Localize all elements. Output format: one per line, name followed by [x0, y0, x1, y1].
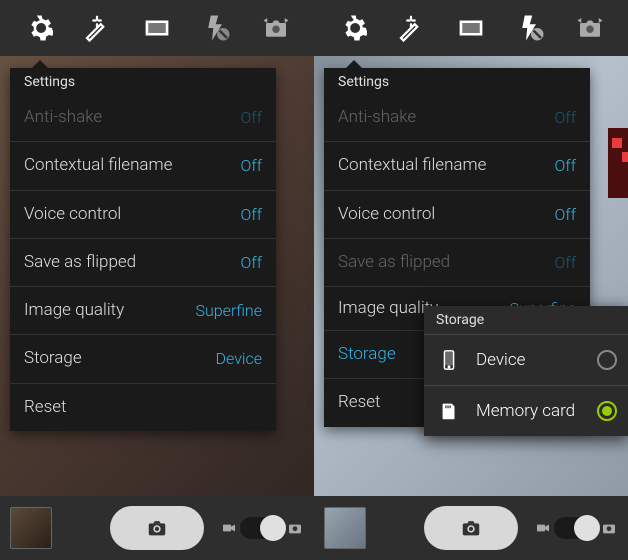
storage-option-label: Device: [476, 350, 597, 370]
switch-camera-icon[interactable]: [569, 7, 611, 49]
settings-label: Save as flipped: [338, 252, 450, 273]
settings-item-voice-control[interactable]: Voice control Off: [10, 191, 276, 239]
bottom-bar: [314, 496, 628, 560]
settings-label: Contextual filename: [338, 155, 486, 176]
settings-value: Off: [555, 156, 576, 175]
switch-camera-icon[interactable]: [255, 7, 297, 49]
flash-off-icon[interactable]: [196, 7, 238, 49]
settings-value: Off: [241, 108, 262, 127]
rectangle-icon[interactable]: [450, 7, 492, 49]
storage-popup: Storage Device Memory card: [424, 306, 628, 436]
settings-item-antishake[interactable]: Anti-shake Off: [10, 94, 276, 142]
phone-icon: [436, 347, 462, 373]
wand-icon[interactable]: [390, 7, 432, 49]
settings-label: Voice control: [24, 204, 121, 225]
settings-label: Save as flipped: [24, 252, 136, 273]
settings-item-save-flipped[interactable]: Save as flipped Off: [324, 239, 590, 287]
settings-label: Storage: [24, 348, 82, 369]
screen-right: Settings Anti-shake Off Contextual filen…: [314, 0, 628, 560]
bottom-bar: [0, 496, 314, 560]
settings-item-voice-control[interactable]: Voice control Off: [324, 191, 590, 239]
video-mode-icon: [220, 519, 238, 537]
photo-mode-icon: [600, 519, 618, 537]
settings-item-image-quality[interactable]: Image quality Superfine: [10, 287, 276, 335]
settings-label: Storage: [338, 344, 396, 365]
video-mode-icon: [534, 519, 552, 537]
settings-value: Off: [241, 205, 262, 224]
settings-value: Device: [216, 349, 262, 368]
toolbar: [0, 0, 314, 56]
settings-item-antishake[interactable]: Anti-shake Off: [324, 94, 590, 142]
settings-value: Off: [241, 253, 262, 272]
gallery-thumbnail[interactable]: [324, 507, 366, 549]
settings-item-contextual-filename[interactable]: Contextual filename Off: [10, 142, 276, 190]
gear-icon[interactable]: [331, 7, 373, 49]
camera-icon: [146, 517, 168, 539]
settings-value: Off: [555, 253, 576, 272]
storage-option-memory-card[interactable]: Memory card: [424, 385, 628, 436]
settings-item-contextual-filename[interactable]: Contextual filename Off: [324, 142, 590, 190]
mode-toggle: [534, 517, 618, 539]
settings-header: Settings: [10, 68, 276, 94]
settings-value: Off: [555, 205, 576, 224]
mode-switch[interactable]: [554, 517, 598, 539]
screen-left: Settings Anti-shake Off Contextual filen…: [0, 0, 314, 560]
settings-label: Image quality: [24, 300, 124, 321]
rectangle-icon[interactable]: [136, 7, 178, 49]
gear-icon[interactable]: [17, 7, 59, 49]
flash-off-icon[interactable]: [510, 7, 552, 49]
settings-label: Anti-shake: [24, 107, 102, 128]
settings-item-reset[interactable]: Reset: [10, 384, 276, 431]
storage-option-label: Memory card: [476, 401, 597, 421]
settings-value: Off: [241, 156, 262, 175]
shutter-button[interactable]: [110, 506, 204, 550]
radio-checked: [597, 401, 617, 421]
gallery-thumbnail[interactable]: [10, 507, 52, 549]
settings-value: Off: [555, 108, 576, 127]
background-decoration: [608, 128, 628, 198]
wand-icon[interactable]: [76, 7, 118, 49]
settings-label: Anti-shake: [338, 107, 416, 128]
storage-option-device[interactable]: Device: [424, 334, 628, 385]
shutter-button[interactable]: [424, 506, 518, 550]
settings-label: Voice control: [338, 204, 435, 225]
radio-unchecked: [597, 350, 617, 370]
settings-panel-left: Settings Anti-shake Off Contextual filen…: [10, 68, 276, 431]
sd-card-icon: [436, 398, 462, 424]
mode-toggle: [220, 517, 304, 539]
settings-value: Superfine: [196, 301, 262, 320]
camera-icon: [460, 517, 482, 539]
settings-item-storage[interactable]: Storage Device: [10, 335, 276, 383]
mode-switch[interactable]: [240, 517, 284, 539]
settings-label: Reset: [24, 397, 66, 418]
photo-mode-icon: [286, 519, 304, 537]
settings-item-save-flipped[interactable]: Save as flipped Off: [10, 239, 276, 287]
toolbar: [314, 0, 628, 56]
settings-label: Reset: [338, 392, 380, 413]
storage-popup-header: Storage: [424, 306, 628, 334]
settings-label: Contextual filename: [24, 155, 172, 176]
settings-header: Settings: [324, 68, 590, 94]
